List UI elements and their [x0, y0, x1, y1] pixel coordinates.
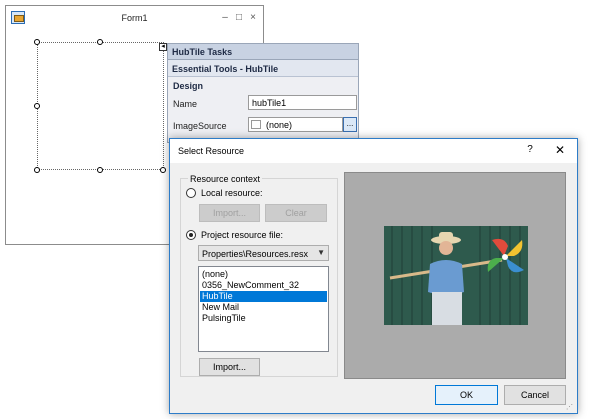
imagesource-value: (none) [266, 120, 293, 130]
image-swatch-icon [251, 120, 261, 129]
tasks-subheader: Essential Tools - HubTile [168, 60, 358, 77]
tasks-subtitle: Essential Tools - HubTile [172, 64, 279, 74]
import-button[interactable]: Import... [199, 358, 260, 376]
local-clear-button[interactable]: Clear [265, 204, 327, 222]
local-resource-label: Local resource: [201, 188, 263, 198]
project-resource-label: Project resource file: [201, 230, 284, 240]
list-item[interactable]: (none) [200, 269, 327, 280]
imagesource-browse-button[interactable]: ... [343, 117, 357, 132]
list-item-selected[interactable]: HubTile [200, 291, 327, 302]
minimize-icon[interactable]: – [219, 12, 231, 24]
imagesource-field[interactable]: (none) [248, 117, 343, 132]
tasks-header: HubTile Tasks [168, 44, 358, 60]
resize-handle[interactable] [160, 167, 166, 173]
local-resource-radio[interactable] [186, 188, 196, 198]
resize-grip-icon[interactable]: ⋰ [566, 403, 573, 411]
chevron-down-icon: ▼ [317, 248, 325, 257]
local-import-button[interactable]: Import... [199, 204, 260, 222]
close-icon[interactable]: ✕ [553, 143, 567, 157]
maximize-icon[interactable]: □ [233, 12, 245, 24]
name-label: Name [173, 99, 198, 109]
imagesource-label: ImageSource [173, 121, 227, 131]
resource-list[interactable]: (none) 0356_NewComment_32 HubTile New Ma… [198, 266, 329, 352]
hubtile-tasks-panel: HubTile Tasks Essential Tools - HubTile … [167, 43, 359, 143]
form1-titlebar: Form1 – □ × [6, 6, 263, 32]
hubtile-preview-image [384, 226, 528, 325]
resize-handle[interactable] [97, 167, 103, 173]
cancel-button[interactable]: Cancel [504, 385, 566, 405]
list-item[interactable]: New Mail [200, 302, 327, 313]
resize-handle[interactable] [97, 39, 103, 45]
help-icon[interactable]: ? [523, 144, 537, 158]
resource-file-value: Properties\Resources.resx [202, 249, 309, 259]
resize-handle[interactable] [34, 39, 40, 45]
design-section-label: Design [173, 81, 204, 91]
select-resource-dialog: Select Resource ? ✕ Resource context Loc… [169, 138, 578, 414]
resize-handle[interactable] [34, 167, 40, 173]
ok-button[interactable]: OK [435, 385, 498, 405]
dialog-titlebar: Select Resource ? ✕ [170, 139, 577, 163]
list-item[interactable]: PulsingTile [200, 313, 327, 324]
tasks-title: HubTile Tasks [172, 47, 233, 57]
project-resource-radio[interactable] [186, 230, 196, 240]
resource-file-dropdown[interactable]: Properties\Resources.resx ▼ [198, 245, 329, 261]
image-preview-pane [344, 172, 566, 379]
close-icon[interactable]: × [247, 12, 259, 24]
name-field[interactable] [248, 95, 357, 110]
list-item[interactable]: 0356_NewComment_32 [200, 280, 327, 291]
dialog-title: Select Resource [178, 146, 245, 156]
resource-context-label: Resource context [188, 174, 263, 184]
hubtile-control-selection[interactable] [34, 39, 166, 173]
smart-tag-icon[interactable]: ◂ [159, 43, 167, 51]
resize-handle[interactable] [34, 103, 40, 109]
